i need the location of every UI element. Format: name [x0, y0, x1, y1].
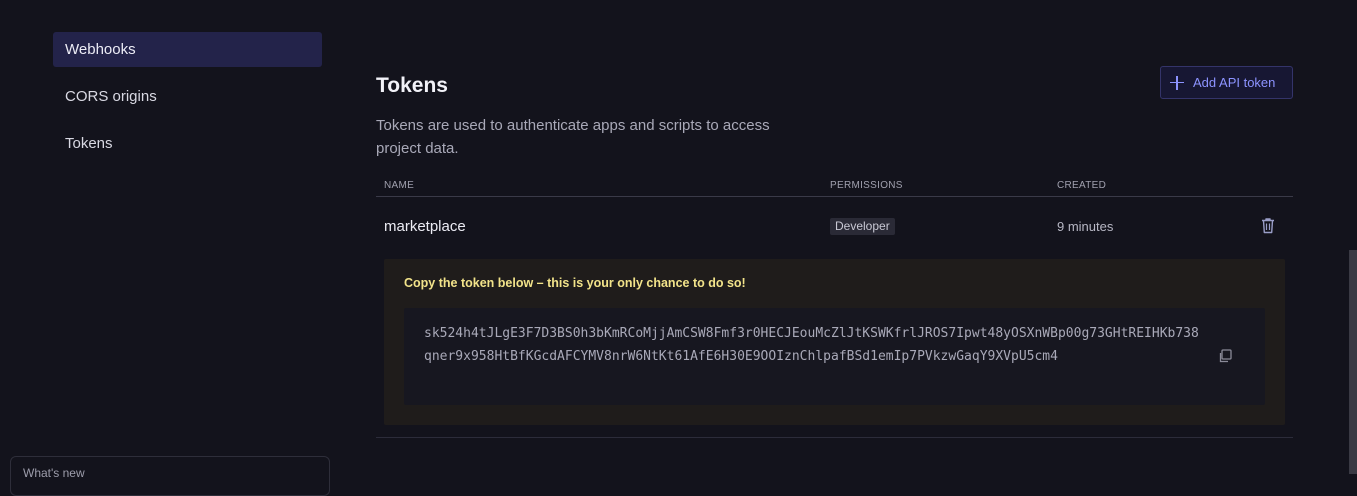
add-api-token-label: Add API token [1193, 75, 1276, 90]
sidebar-item-webhooks[interactable]: Webhooks [53, 32, 322, 67]
scrollbar[interactable] [1349, 250, 1357, 474]
copy-icon[interactable] [1218, 349, 1232, 363]
column-header-permissions: PERMISSIONS [830, 180, 903, 191]
token-value[interactable]: sk524h4tJLgE3F7D3BS0h3bKmRCoMjjAmCSW8Fmf… [424, 322, 1204, 368]
column-header-created: CREATED [1057, 180, 1107, 191]
table-header-divider [376, 196, 1293, 197]
plus-icon [1170, 75, 1184, 90]
sidebar-item-label: Webhooks [65, 41, 136, 58]
sidebar-item-label: CORS origins [65, 88, 157, 105]
whats-new-card[interactable]: What's new [10, 456, 330, 496]
whats-new-label: What's new [23, 466, 85, 480]
section-divider [376, 437, 1293, 438]
page-title: Tokens [376, 74, 448, 97]
token-name: marketplace [384, 218, 466, 235]
sidebar-item-cors-origins[interactable]: CORS origins [53, 79, 322, 114]
token-warning-message: Copy the token below – this is your only… [404, 276, 746, 290]
page-description: Tokens are used to authenticate apps and… [376, 117, 770, 157]
permission-badge: Developer [830, 218, 895, 235]
sidebar-item-tokens[interactable]: Tokens [53, 126, 322, 161]
created-time: 9 minutes [1057, 219, 1114, 234]
trash-icon[interactable] [1260, 217, 1276, 234]
column-header-name: NAME [384, 180, 415, 191]
sidebar-item-label: Tokens [65, 135, 113, 152]
add-api-token-button[interactable]: Add API token [1160, 66, 1293, 99]
